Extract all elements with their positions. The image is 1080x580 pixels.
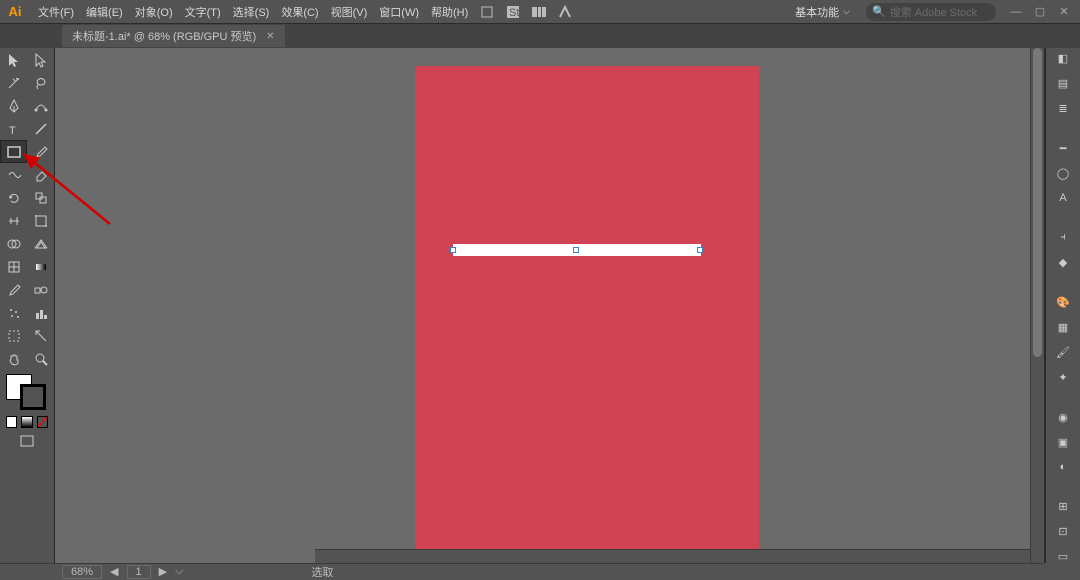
page-number[interactable]: 1 — [127, 565, 151, 579]
magic-wand-tool[interactable] — [1, 72, 26, 93]
scale-tool[interactable] — [28, 187, 53, 208]
line-tool[interactable] — [28, 118, 53, 139]
page-prev[interactable]: ◀ — [110, 565, 118, 578]
width-tool[interactable] — [1, 210, 26, 231]
statusbar: 68% ◀ 1 ▶ ⌵ 选取 — [0, 563, 1044, 579]
brushes-icon[interactable]: 🖌 — [1052, 346, 1074, 359]
tab-close-icon[interactable]: ✕ — [266, 31, 274, 42]
mesh-tool[interactable] — [1, 256, 26, 277]
zoom-level[interactable]: 68% — [62, 565, 102, 579]
zoom-tool[interactable] — [28, 348, 53, 369]
navigator-icon[interactable]: ⊡ — [1052, 525, 1074, 538]
artboards-icon[interactable]: ▭ — [1052, 550, 1074, 563]
status-label: 选取 — [311, 564, 333, 580]
document-tabbar: 未标题-1.ai* @ 68% (RGB/GPU 预览) ✕ — [0, 24, 1080, 48]
free-transform-tool[interactable] — [28, 210, 53, 231]
info-icon[interactable]: ⊞ — [1052, 500, 1074, 513]
gradient-tool[interactable] — [28, 256, 53, 277]
canvas[interactable] — [55, 48, 1044, 563]
perspective-grid-tool[interactable] — [28, 233, 53, 254]
circle-icon[interactable]: ◯ — [1052, 167, 1074, 180]
text-tool[interactable]: T — [1, 118, 26, 139]
menu-window[interactable]: 窗口(W) — [373, 0, 425, 23]
blend-tool[interactable] — [28, 279, 53, 300]
right-panel-dock: ◧ ▤ ≣ ━ ◯ A ⫞ ◆ 🎨 ▦ 🖌 ✦ ◉ ▣ ◐ ⊞ ⊡ ▭ — [1044, 48, 1080, 563]
graphic-styles-icon[interactable]: ▣ — [1052, 436, 1074, 449]
curvature-tool[interactable] — [28, 95, 53, 116]
properties-icon[interactable]: ≣ — [1052, 102, 1074, 115]
transparency-icon[interactable]: ◐ — [1052, 461, 1074, 473]
pathfinder-icon[interactable]: ◆ — [1052, 256, 1074, 269]
bridge-icon[interactable] — [476, 3, 498, 21]
selection-handle[interactable] — [450, 247, 456, 253]
workspace-switcher[interactable]: 基本功能⌵ — [787, 4, 858, 20]
rotate-tool[interactable] — [1, 187, 26, 208]
artboard[interactable] — [415, 66, 759, 552]
stock-icon[interactable]: St — [502, 3, 524, 21]
toolbox: T — [0, 48, 55, 563]
stroke-icon[interactable]: ━ — [1052, 142, 1074, 155]
tab-title: 未标题-1.ai* @ 68% (RGB/GPU 预览) — [72, 28, 256, 44]
menubar: Ai 文件(F) 编辑(E) 对象(O) 文字(T) 选择(S) 效果(C) 视… — [0, 0, 1080, 24]
shape-builder-tool[interactable] — [1, 233, 26, 254]
menu-edit[interactable]: 编辑(E) — [80, 0, 129, 23]
fill-stroke-swatch[interactable] — [6, 374, 48, 410]
arrange-icon[interactable] — [528, 3, 550, 21]
swatches-icon[interactable]: ▦ — [1052, 321, 1074, 334]
page-next[interactable]: ▶ — [159, 565, 167, 578]
gpu-icon[interactable] — [554, 3, 576, 21]
menu-select[interactable]: 选择(S) — [227, 0, 276, 23]
lasso-tool[interactable] — [28, 72, 53, 93]
selection-tool[interactable] — [1, 49, 26, 70]
libraries-icon[interactable]: ▤ — [1052, 77, 1074, 90]
window-minimize[interactable]: — — [1006, 4, 1026, 20]
window-close[interactable]: ✕ — [1054, 4, 1074, 20]
menu-effect[interactable]: 效果(C) — [275, 0, 324, 23]
svg-text:St: St — [509, 7, 519, 19]
direct-selection-tool[interactable] — [28, 49, 53, 70]
shaper-tool[interactable] — [1, 164, 26, 185]
svg-text:T: T — [9, 125, 16, 137]
horizontal-scrollbar[interactable] — [315, 549, 1030, 563]
app-logo: Ai — [4, 3, 26, 21]
screen-mode[interactable] — [0, 430, 54, 452]
menu-object[interactable]: 对象(O) — [129, 0, 179, 23]
layers-icon[interactable]: ◧ — [1052, 52, 1074, 65]
pages-menu[interactable]: ⌵ — [175, 565, 183, 578]
menu-help[interactable]: 帮助(H) — [425, 0, 474, 23]
window-maximize[interactable]: ▢ — [1030, 4, 1050, 20]
slice-tool[interactable] — [28, 325, 53, 346]
color-icon[interactable]: 🎨 — [1052, 296, 1074, 309]
vertical-scrollbar[interactable] — [1030, 48, 1044, 563]
hand-tool[interactable] — [1, 348, 26, 369]
column-graph-tool[interactable] — [28, 302, 53, 323]
rectangle-tool[interactable] — [1, 141, 26, 162]
text-icon[interactable]: A — [1052, 192, 1074, 204]
symbols-icon[interactable]: ✦ — [1052, 371, 1074, 384]
selection-handle[interactable] — [573, 247, 579, 253]
menu-view[interactable]: 视图(V) — [325, 0, 374, 23]
artboard-tool[interactable] — [1, 325, 26, 346]
selection-handle[interactable] — [697, 247, 703, 253]
search-input[interactable]: 🔍搜索 Adobe Stock — [866, 3, 996, 21]
paintbrush-tool[interactable] — [28, 141, 53, 162]
color-mode-swatches[interactable] — [0, 414, 54, 430]
eyedropper-tool[interactable] — [1, 279, 26, 300]
align-icon[interactable]: ⫞ — [1052, 231, 1074, 244]
eraser-tool[interactable] — [28, 164, 53, 185]
menu-file[interactable]: 文件(F) — [32, 0, 80, 23]
symbol-sprayer-tool[interactable] — [1, 302, 26, 323]
menu-text[interactable]: 文字(T) — [179, 0, 227, 23]
document-tab[interactable]: 未标题-1.ai* @ 68% (RGB/GPU 预览) ✕ — [62, 25, 285, 47]
pen-tool[interactable] — [1, 95, 26, 116]
appearance-icon[interactable]: ◉ — [1052, 411, 1074, 424]
